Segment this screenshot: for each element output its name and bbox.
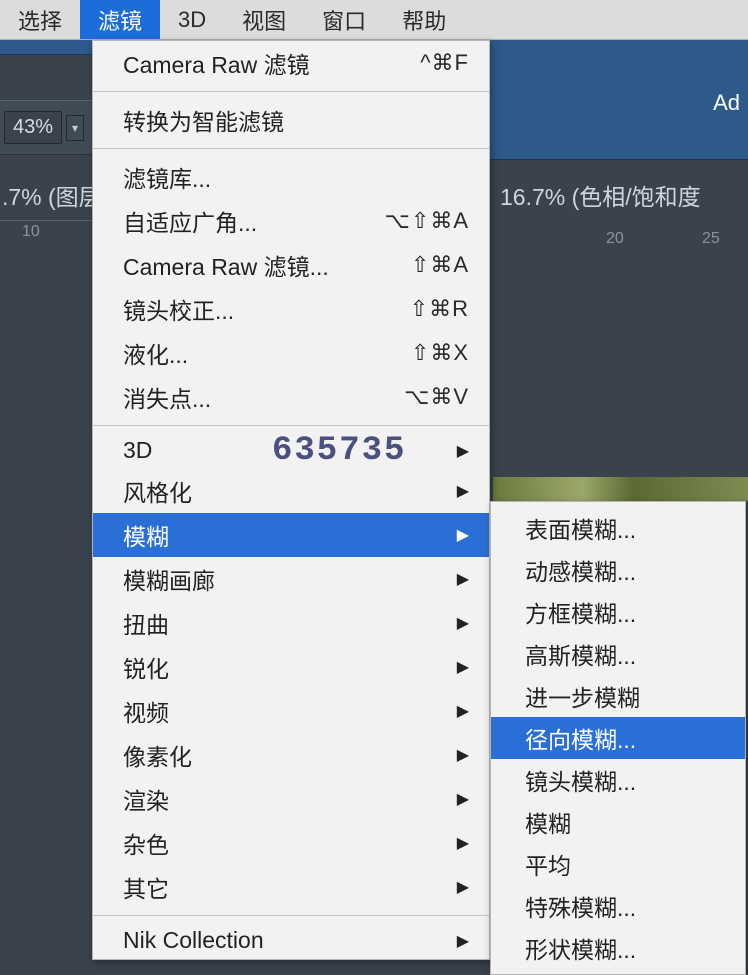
menu-separator: [93, 425, 489, 426]
ruler-tick: 20: [606, 230, 624, 248]
submenu-item-shape-blur[interactable]: 形状模糊...: [491, 927, 745, 969]
menu-item-shortcut: ⌥⌘V: [404, 384, 469, 410]
submenu-arrow-icon: ▶: [457, 877, 469, 897]
menubar-item-select[interactable]: 选择: [0, 0, 80, 39]
ruler-horizontal: 10: [0, 220, 92, 248]
menu-item-label: 视频: [123, 694, 169, 728]
submenu-arrow-icon: ▶: [457, 481, 469, 501]
ruler-tick: 10: [22, 223, 40, 241]
menu-item-shortcut: ⇧⌘R: [410, 296, 469, 322]
menu-separator: [93, 148, 489, 149]
submenu-item-lens-blur[interactable]: 镜头模糊...: [491, 759, 745, 801]
menu-item-label: Nik Collection: [123, 927, 264, 954]
menu-item-label: 模糊: [123, 518, 169, 552]
menu-item-shortcut: ⇧⌘X: [411, 340, 469, 366]
menu-item-label: 液化...: [123, 336, 188, 370]
menu-item-lens-correction[interactable]: 镜头校正... ⇧⌘R: [93, 287, 489, 331]
blur-submenu: 表面模糊... 动感模糊... 方框模糊... 高斯模糊... 进一步模糊 径向…: [490, 501, 746, 975]
filter-menu-dropdown: Camera Raw 滤镜 ^⌘F 转换为智能滤镜 滤镜库... 自适应广角..…: [92, 40, 490, 960]
menu-item-vanishing-point[interactable]: 消失点... ⌥⌘V: [93, 375, 489, 419]
menu-separator: [93, 915, 489, 916]
submenu-item-box-blur[interactable]: 方框模糊...: [491, 591, 745, 633]
submenu-item-blur[interactable]: 模糊: [491, 801, 745, 843]
menu-item-label: Camera Raw 滤镜: [123, 46, 310, 80]
submenu-arrow-icon: ▶: [457, 789, 469, 809]
app-chrome-strip-right: Ad: [490, 40, 748, 160]
submenu-arrow-icon: ▶: [457, 833, 469, 853]
document-tab-1[interactable]: .7% (图层: [0, 172, 92, 218]
document-tab-2[interactable]: 16.7% (色相/饱和度: [500, 172, 748, 218]
menu-item-camera-raw-filter-last[interactable]: Camera Raw 滤镜 ^⌘F: [93, 41, 489, 85]
menu-item-label: 3D: [123, 437, 152, 464]
menu-item-label: 杂色: [123, 826, 169, 860]
submenu-item-radial-blur[interactable]: 径向模糊...: [491, 717, 745, 759]
menu-item-label: 自适应广角...: [123, 204, 257, 238]
menu-item-label: 渲染: [123, 782, 169, 816]
submenu-item-smart-blur[interactable]: 特殊模糊...: [491, 885, 745, 927]
menubar: 选择 滤镜 3D 视图 窗口 帮助: [0, 0, 748, 40]
zoom-input[interactable]: 43%: [4, 111, 62, 144]
menu-item-convert-smart-filter[interactable]: 转换为智能滤镜: [93, 98, 489, 142]
menu-item-video-submenu[interactable]: 视频 ▶: [93, 689, 489, 733]
menu-item-label: 模糊画廊: [123, 562, 215, 596]
menu-item-label: 消失点...: [123, 380, 211, 414]
menu-item-label: 扭曲: [123, 606, 169, 640]
menu-item-label: 滤镜库...: [123, 160, 211, 194]
submenu-item-blur-more[interactable]: 进一步模糊: [491, 675, 745, 717]
menu-item-other-submenu[interactable]: 其它 ▶: [93, 865, 489, 909]
menu-item-label: 镜头校正...: [123, 292, 234, 326]
menubar-item-3d[interactable]: 3D: [160, 0, 224, 39]
submenu-arrow-icon: ▶: [457, 569, 469, 589]
submenu-item-motion-blur[interactable]: 动感模糊...: [491, 549, 745, 591]
ruler-horizontal-right: 20 25: [492, 228, 748, 256]
menu-item-shortcut: ⌥⇧⌘A: [385, 208, 469, 234]
menubar-item-view[interactable]: 视图: [224, 0, 304, 39]
menu-item-label: 转换为智能滤镜: [123, 103, 284, 137]
menu-item-blur-gallery-submenu[interactable]: 模糊画廊 ▶: [93, 557, 489, 601]
menubar-item-filter[interactable]: 滤镜: [80, 0, 160, 39]
submenu-arrow-icon: ▶: [457, 525, 469, 545]
menu-item-label: 风格化: [123, 474, 192, 508]
menu-item-label: 其它: [123, 870, 169, 904]
submenu-item-surface-blur[interactable]: 表面模糊...: [491, 507, 745, 549]
menubar-item-help[interactable]: 帮助: [384, 0, 464, 39]
menu-item-shortcut: ⇧⌘A: [411, 252, 469, 278]
options-toolbar: 43% ▾: [0, 100, 92, 155]
menu-item-nik-collection-submenu[interactable]: Nik Collection ▶: [93, 922, 489, 959]
menu-item-label: 锐化: [123, 650, 169, 684]
menu-item-label: 像素化: [123, 738, 192, 772]
canvas-sliver: [493, 477, 748, 501]
menu-item-shortcut: ^⌘F: [420, 50, 469, 76]
menu-item-3d-submenu[interactable]: 3D ▶: [93, 432, 489, 469]
zoom-dropdown-caret[interactable]: ▾: [66, 115, 84, 141]
menu-item-pixelate-submenu[interactable]: 像素化 ▶: [93, 733, 489, 777]
menu-item-render-submenu[interactable]: 渲染 ▶: [93, 777, 489, 821]
adobe-label: Ad: [713, 90, 740, 116]
menu-item-distort-submenu[interactable]: 扭曲 ▶: [93, 601, 489, 645]
menu-item-liquify[interactable]: 液化... ⇧⌘X: [93, 331, 489, 375]
submenu-arrow-icon: ▶: [457, 657, 469, 677]
submenu-arrow-icon: ▶: [457, 701, 469, 721]
menu-item-noise-submenu[interactable]: 杂色 ▶: [93, 821, 489, 865]
submenu-arrow-icon: ▶: [457, 441, 469, 461]
submenu-item-gaussian-blur[interactable]: 高斯模糊...: [491, 633, 745, 675]
menu-item-filter-gallery[interactable]: 滤镜库...: [93, 155, 489, 199]
submenu-item-average[interactable]: 平均: [491, 843, 745, 885]
menu-item-blur-submenu[interactable]: 模糊 ▶: [93, 513, 489, 557]
ruler-tick: 25: [702, 230, 720, 248]
menu-item-label: Camera Raw 滤镜...: [123, 248, 329, 282]
submenu-arrow-icon: ▶: [457, 745, 469, 765]
app-chrome-strip: [0, 40, 92, 55]
menu-item-sharpen-submenu[interactable]: 锐化 ▶: [93, 645, 489, 689]
menubar-item-window[interactable]: 窗口: [304, 0, 384, 39]
menu-item-stylize-submenu[interactable]: 风格化 ▶: [93, 469, 489, 513]
submenu-arrow-icon: ▶: [457, 613, 469, 633]
menu-item-adaptive-wide-angle[interactable]: 自适应广角... ⌥⇧⌘A: [93, 199, 489, 243]
menu-separator: [93, 91, 489, 92]
submenu-arrow-icon: ▶: [457, 931, 469, 951]
menu-item-camera-raw-filter[interactable]: Camera Raw 滤镜... ⇧⌘A: [93, 243, 489, 287]
